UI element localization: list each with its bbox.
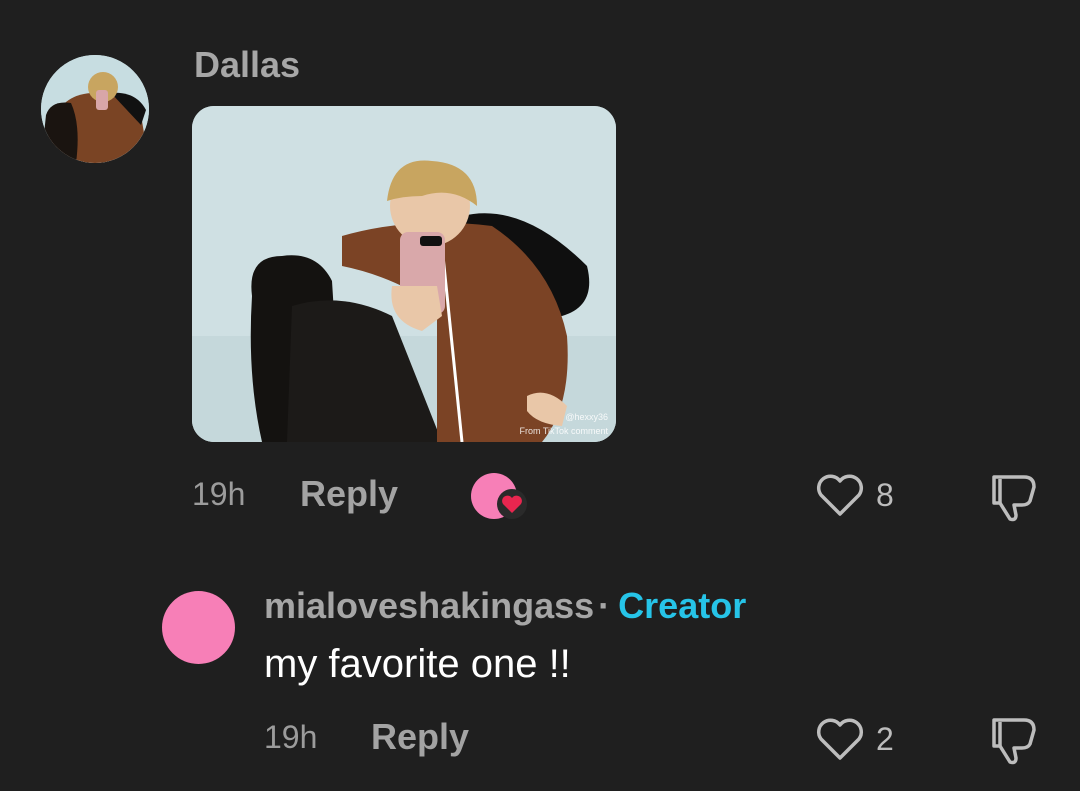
- reply-username[interactable]: mialoveshakingass: [264, 585, 594, 626]
- separator-dot: ·: [598, 585, 611, 626]
- reply-reply-button[interactable]: Reply: [371, 716, 469, 758]
- reply-like-heart-icon[interactable]: [815, 716, 865, 762]
- reply-like-count: 2: [876, 721, 894, 757]
- sticker-watermark-handle: @hexxy36: [565, 412, 608, 422]
- creator-liked-heart-icon: [497, 489, 527, 519]
- comment-sticker-image[interactable]: @hexxy36 From TikTok comment: [192, 106, 616, 442]
- commenter-avatar[interactable]: [41, 55, 149, 163]
- reply-author-line: mialoveshakingass · Creator: [264, 585, 746, 627]
- reply-comment-text: my favorite one !!: [264, 642, 571, 686]
- sticker-watermark-source: From TikTok comment: [519, 426, 608, 436]
- reply-author-avatar[interactable]: [162, 591, 235, 664]
- like-heart-icon[interactable]: [815, 472, 865, 518]
- dislike-icon[interactable]: [986, 471, 1040, 523]
- like-count: 8: [876, 477, 894, 513]
- creator-badge: Creator: [618, 585, 747, 626]
- reply-dislike-icon[interactable]: [986, 714, 1040, 766]
- reply-timestamp: 19h: [264, 719, 318, 755]
- reply-button[interactable]: Reply: [300, 473, 398, 515]
- commenter-username[interactable]: Dallas: [194, 44, 300, 86]
- comment-timestamp: 19h: [192, 476, 246, 512]
